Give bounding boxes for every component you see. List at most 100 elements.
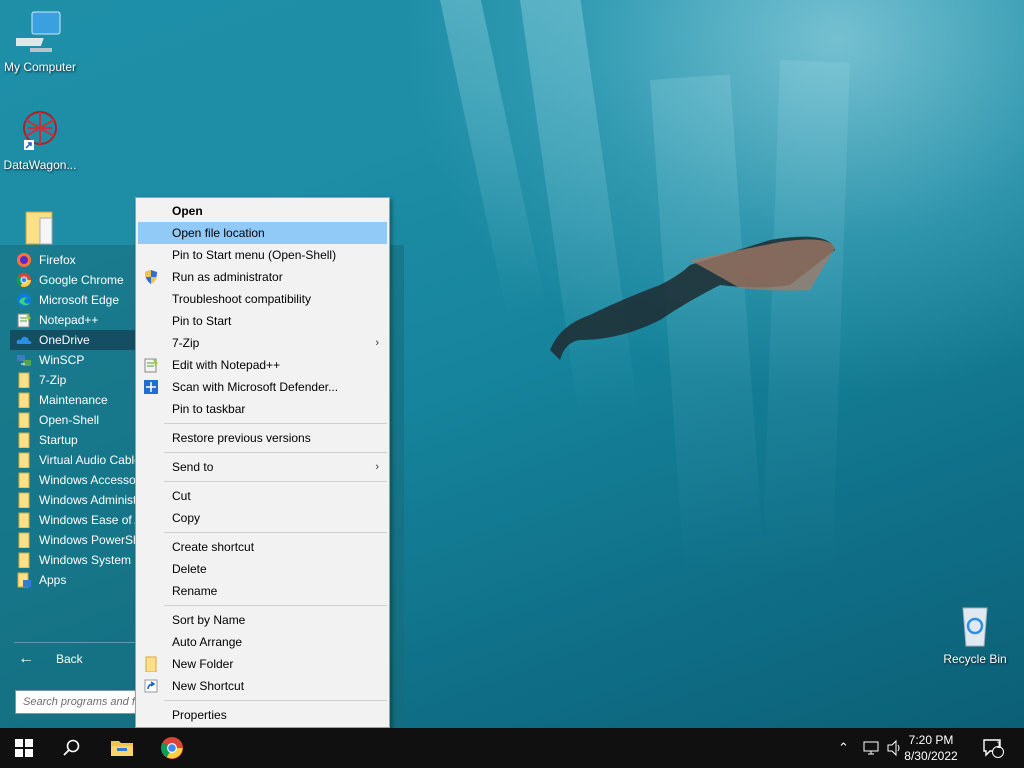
- menu-item-sort-by-name[interactable]: Sort by Name: [138, 609, 387, 631]
- menu-item-rename[interactable]: Rename: [138, 580, 387, 602]
- start-menu-item-label: Google Chrome: [39, 273, 124, 287]
- folder-icon: [16, 432, 32, 449]
- menu-item-label: New Shortcut: [172, 679, 245, 693]
- menu-item-troubleshoot-compatibility[interactable]: Troubleshoot compatibility: [138, 288, 387, 310]
- menu-item-label: Open: [172, 204, 203, 218]
- menu-item-new-shortcut[interactable]: New Shortcut: [138, 675, 387, 697]
- menu-item-label: 7-Zip: [172, 336, 200, 350]
- start-menu-item-google-chrome[interactable]: Google Chrome: [10, 270, 136, 290]
- menu-item-label: Send to: [172, 460, 214, 474]
- start-menu-item-microsoft-edge[interactable]: Microsoft Edge: [10, 290, 136, 310]
- menu-item-run-as-administrator[interactable]: Run as administrator: [138, 266, 387, 288]
- menu-item-restore-previous-versions[interactable]: Restore previous versions: [138, 427, 387, 449]
- search-icon: [63, 739, 80, 756]
- datawagon-icon: [16, 108, 64, 156]
- menu-item-delete[interactable]: Delete: [138, 558, 387, 580]
- start-menu-item-7-zip[interactable]: 7-Zip: [10, 370, 136, 390]
- menu-item-label: Open file location: [172, 226, 265, 240]
- desktop-icon-datawagon[interactable]: DataWagon...: [0, 108, 80, 172]
- start-menu-item-virtual-audio-cable[interactable]: Virtual Audio Cable: [10, 450, 136, 470]
- menu-item-label: Pin to taskbar: [172, 402, 246, 416]
- start-menu-item-startup[interactable]: Startup: [10, 430, 136, 450]
- start-menu-item-label: OneDrive: [39, 333, 90, 347]
- clock-time: 7:20 PM: [908, 733, 954, 747]
- start-menu-item-windows-ease-of-access[interactable]: Windows Ease of Access: [10, 510, 136, 530]
- shortcut-icon: [143, 678, 159, 694]
- menu-item-open[interactable]: Open: [138, 200, 387, 222]
- notification-count: 1: [996, 741, 1002, 751]
- clock-date: 8/30/2022: [904, 749, 958, 763]
- folder-icon: [16, 412, 32, 429]
- back-button[interactable]: ← Back: [18, 650, 83, 668]
- menu-item-scan-with-microsoft-defender[interactable]: Scan with Microsoft Defender...: [138, 376, 387, 398]
- notepadpp-icon: [16, 312, 32, 328]
- menu-item-edit-with-notepad[interactable]: Edit with Notepad++: [138, 354, 387, 376]
- menu-item-copy[interactable]: Copy: [138, 507, 387, 529]
- start-menu-item-label: Notepad++: [39, 313, 99, 327]
- start-menu-item-apps[interactable]: Apps: [10, 570, 136, 590]
- taskbar: ⌃ 7:20 PM 8/30/2022 1: [0, 728, 1024, 768]
- start-menu-item-windows-accessories[interactable]: Windows Accessories: [10, 470, 136, 490]
- start-menu-item-open-shell[interactable]: Open-Shell: [10, 410, 136, 430]
- start-menu-item-maintenance[interactable]: Maintenance: [10, 390, 136, 410]
- menu-item-7-zip[interactable]: 7-Zip ›: [138, 332, 387, 354]
- start-menu-item-label: Windows PowerShell: [39, 533, 136, 547]
- taskbar-chrome[interactable]: [148, 728, 196, 768]
- start-menu-item-windows-powershell[interactable]: Windows PowerShell: [10, 530, 136, 550]
- chrome-icon: [161, 737, 183, 759]
- start-menu-item-notepad-[interactable]: Notepad++: [10, 310, 136, 330]
- start-menu-divider: [14, 642, 136, 643]
- start-menu-item-label: Windows Accessories: [39, 473, 136, 487]
- back-label: Back: [56, 652, 83, 666]
- firefox-icon: [16, 252, 32, 268]
- menu-item-send-to[interactable]: Send to ›: [138, 456, 387, 478]
- folder-icon: [16, 532, 32, 549]
- menu-item-open-file-location[interactable]: Open file location: [138, 222, 387, 244]
- start-menu-item-label: Windows Administrative Tools: [39, 493, 136, 507]
- desktop-icon-recycle-bin[interactable]: Recycle Bin: [935, 602, 1015, 666]
- taskbar-clock[interactable]: 7:20 PM 8/30/2022: [896, 732, 966, 764]
- network-icon[interactable]: [862, 728, 880, 768]
- action-center-button[interactable]: 1: [982, 728, 1004, 768]
- menu-item-properties[interactable]: Properties: [138, 704, 387, 726]
- start-menu-item-windows-system[interactable]: Windows System: [10, 550, 136, 570]
- folder-icon: [16, 372, 32, 389]
- menu-item-label: Auto Arrange: [172, 635, 243, 649]
- menu-separator: [164, 423, 387, 424]
- start-menu-item-onedrive[interactable]: OneDrive: [10, 330, 136, 350]
- recycle-bin-icon: [951, 602, 999, 650]
- folder-icon: [16, 492, 32, 509]
- uac-shield-icon: [143, 269, 159, 285]
- folder-icon: [16, 472, 32, 489]
- start-button[interactable]: [0, 728, 48, 768]
- defender-icon: [143, 379, 159, 395]
- start-menu-item-label: Virtual Audio Cable: [39, 453, 136, 467]
- menu-item-pin-to-taskbar[interactable]: Pin to taskbar: [138, 398, 387, 420]
- start-menu-item-label: Firefox: [39, 253, 76, 267]
- menu-separator: [164, 605, 387, 606]
- start-menu-item-label: Maintenance: [39, 393, 108, 407]
- menu-item-auto-arrange[interactable]: Auto Arrange: [138, 631, 387, 653]
- menu-item-new-folder[interactable]: New Folder: [138, 653, 387, 675]
- menu-item-label: Pin to Start menu (Open-Shell): [172, 248, 337, 262]
- search-input[interactable]: Search programs and files: [15, 690, 137, 714]
- start-menu-item-winscp[interactable]: WinSCP: [10, 350, 136, 370]
- start-menu-program-list: Firefox Google Chrome Microsoft Edge Notepa…: [10, 250, 136, 590]
- menu-item-pin-to-start-menu-open-shell[interactable]: Pin to Start menu (Open-Shell): [138, 244, 387, 266]
- menu-item-pin-to-start[interactable]: Pin to Start: [138, 310, 387, 332]
- menu-item-cut[interactable]: Cut: [138, 485, 387, 507]
- desktop-icon-my-computer[interactable]: My Computer: [0, 10, 80, 74]
- chevron-right-icon: ›: [375, 461, 379, 473]
- windows-logo-icon: [15, 739, 33, 757]
- menu-item-label: Pin to Start: [172, 314, 232, 328]
- taskbar-file-explorer[interactable]: [98, 728, 146, 768]
- show-hidden-icons-button[interactable]: ⌃: [838, 728, 849, 768]
- taskbar-search-button[interactable]: [48, 728, 96, 768]
- diver-image: [550, 236, 835, 360]
- start-menu-item-windows-administrative-tools[interactable]: Windows Administrative Tools: [10, 490, 136, 510]
- start-menu-item-firefox[interactable]: Firefox: [10, 250, 136, 270]
- menu-item-label: Restore previous versions: [172, 431, 311, 445]
- computer-icon: [12, 10, 64, 58]
- menu-item-create-shortcut[interactable]: Create shortcut: [138, 536, 387, 558]
- edge-icon: [16, 292, 32, 308]
